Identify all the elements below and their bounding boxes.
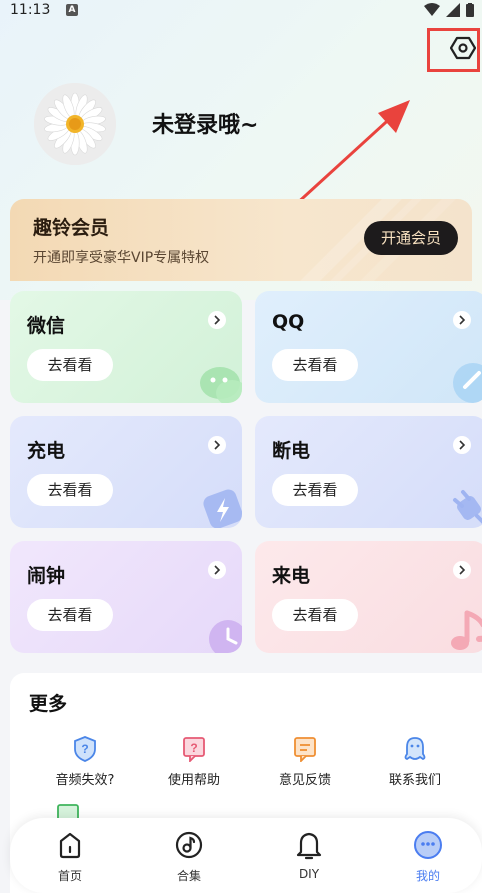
help-item[interactable]: ? 使用帮助	[149, 735, 239, 788]
card-title: 闹钟	[27, 565, 66, 587]
nav-label: 首页	[57, 869, 82, 883]
help-icon: ?	[183, 737, 205, 762]
chevron-right-icon[interactable]	[208, 311, 226, 329]
contact-icon	[404, 737, 426, 760]
feedback-icon	[294, 737, 316, 762]
avatar[interactable]	[34, 83, 116, 165]
notification-badge: A	[66, 4, 78, 16]
alarm-icon	[209, 620, 242, 653]
contact-item[interactable]: 联系我们	[370, 735, 460, 788]
more-item-label: 联系我们	[388, 773, 441, 788]
view-button[interactable]: 去看看	[272, 474, 358, 506]
chevron-right-icon[interactable]	[453, 561, 471, 579]
profile-icon	[414, 831, 442, 859]
nav-label: 合集	[176, 869, 201, 883]
nav-profile[interactable]: 我的	[393, 829, 463, 884]
nav-label: 我的	[415, 869, 440, 883]
more-title: 更多	[29, 693, 68, 715]
status-bar: 11:13 A	[0, 0, 482, 22]
nav-collection[interactable]: 合集	[154, 829, 224, 884]
card-charging[interactable]: 充电 去看看	[10, 416, 242, 528]
card-title: 断电	[272, 440, 311, 462]
more-item-label: 意见反馈	[278, 773, 331, 788]
vip-description: 开通即享受豪华VIP专属特权	[33, 250, 210, 266]
view-button[interactable]: 去看看	[27, 599, 113, 631]
collection-icon	[175, 831, 203, 859]
plug-icon	[453, 490, 482, 524]
nav-home[interactable]: 首页	[35, 829, 105, 884]
vip-card[interactable]: 趣铃会员 开通即享受豪华VIP专属特权 开通会员	[10, 199, 472, 281]
more-item-label: 使用帮助	[167, 773, 220, 788]
audio-invalid-item[interactable]: ? 音频失效?	[40, 735, 130, 788]
wechat-icon	[200, 367, 242, 403]
nav-diy[interactable]: DIY	[274, 829, 344, 881]
view-button[interactable]: 去看看	[27, 474, 113, 506]
card-title: 充电	[27, 440, 66, 462]
daisy-icon	[34, 83, 116, 165]
vip-title: 趣铃会员	[33, 217, 110, 239]
qq-icon	[453, 363, 482, 403]
view-button[interactable]: 去看看	[272, 599, 358, 631]
card-title: QQ	[272, 311, 305, 333]
chevron-right-icon[interactable]	[208, 561, 226, 579]
audio-invalid-icon: ?	[74, 736, 96, 762]
card-qq[interactable]: QQ 去看看	[255, 291, 482, 403]
chevron-right-icon[interactable]	[208, 436, 226, 454]
open-vip-button[interactable]: 开通会员	[364, 221, 458, 255]
music-icon	[451, 610, 482, 650]
wifi-icon	[424, 3, 440, 16]
bell-icon	[296, 832, 322, 860]
chevron-right-icon[interactable]	[453, 311, 471, 329]
card-incoming-call[interactable]: 来电 去看看	[255, 541, 482, 653]
username[interactable]: 未登录哦~	[152, 107, 258, 139]
home-icon	[59, 832, 81, 859]
svg-text:?: ?	[190, 741, 197, 755]
more-item-label: 音频失效?	[55, 773, 115, 788]
signal-icon	[446, 3, 460, 17]
card-title: 来电	[272, 565, 311, 587]
card-title: 微信	[27, 315, 66, 337]
view-button[interactable]: 去看看	[272, 349, 358, 381]
card-power-off[interactable]: 断电 去看看	[255, 416, 482, 528]
svg-text:?: ?	[81, 742, 88, 756]
feedback-item[interactable]: 意见反馈	[260, 735, 350, 788]
status-time: 11:13	[10, 2, 51, 18]
status-icons	[424, 3, 474, 17]
card-alarm[interactable]: 闹钟 去看看	[10, 541, 242, 653]
partial-green-icon	[57, 804, 79, 819]
highlight-box	[427, 28, 480, 72]
chevron-right-icon[interactable]	[453, 436, 471, 454]
card-wechat[interactable]: 微信 去看看	[10, 291, 242, 403]
charging-icon	[203, 489, 242, 528]
view-button[interactable]: 去看看	[27, 349, 113, 381]
bottom-nav: 首页 合集 DIY 我的	[10, 818, 482, 893]
battery-icon	[466, 3, 474, 17]
nav-label: DIY	[298, 867, 320, 881]
